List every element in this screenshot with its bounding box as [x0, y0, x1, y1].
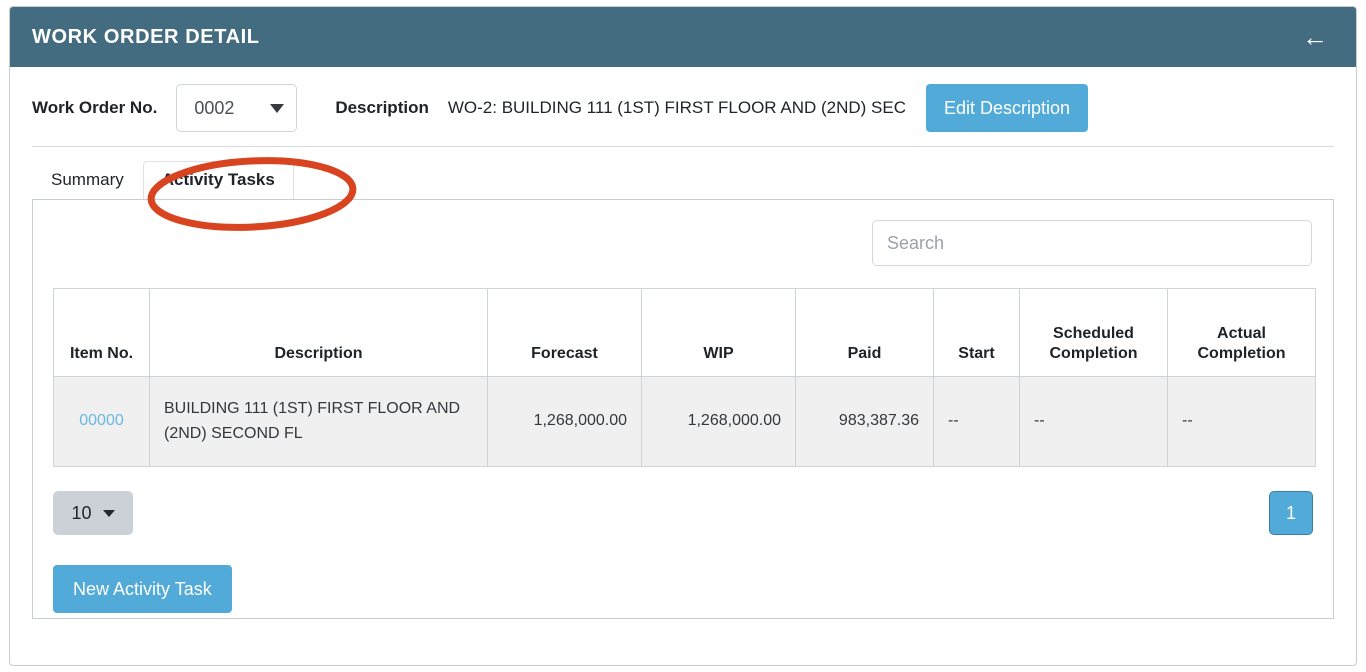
table-body: 00000 BUILDING 111 (1ST) FIRST FLOOR AND…: [54, 377, 1316, 467]
tab-activity-tasks[interactable]: Activity Tasks: [143, 161, 294, 199]
column-header-start[interactable]: Start: [934, 289, 1020, 377]
page-header: WORK ORDER DETAIL ←: [10, 7, 1356, 67]
page-length-select[interactable]: 10: [53, 491, 133, 535]
cell-paid: 983,387.36: [796, 377, 934, 467]
column-header-scheduled-completion[interactable]: Scheduled Completion: [1020, 289, 1168, 377]
table-head: Item No. Description Forecast WIP Paid S…: [54, 289, 1316, 377]
edit-description-button[interactable]: Edit Description: [926, 84, 1088, 132]
work-order-no-label: Work Order No.: [32, 98, 157, 118]
cell-scheduled-completion: --: [1020, 377, 1168, 467]
column-header-forecast[interactable]: Forecast: [488, 289, 642, 377]
activity-tasks-table: Item No. Description Forecast WIP Paid S…: [53, 288, 1316, 467]
search-row: [53, 220, 1313, 266]
arrow-left-icon[interactable]: ←: [1296, 22, 1334, 52]
column-header-item-no[interactable]: Item No.: [54, 289, 150, 377]
column-header-description[interactable]: Description: [150, 289, 488, 377]
cell-start: --: [934, 377, 1020, 467]
work-order-card: WORK ORDER DETAIL ← Work Order No. 0002 …: [9, 6, 1357, 666]
table-footer: 10 1: [53, 491, 1313, 535]
page-length-value: 10: [71, 503, 91, 524]
pagination-page-1[interactable]: 1: [1269, 491, 1313, 535]
activity-tasks-panel: Item No. Description Forecast WIP Paid S…: [32, 199, 1334, 619]
cell-actual-completion: --: [1168, 377, 1316, 467]
column-header-wip[interactable]: WIP: [642, 289, 796, 377]
chevron-down-icon: [103, 510, 115, 517]
description-value: WO-2: BUILDING 111 (1ST) FIRST FLOOR AND…: [448, 98, 906, 118]
new-activity-task-button[interactable]: New Activity Task: [53, 565, 232, 613]
cell-wip: 1,268,000.00: [642, 377, 796, 467]
work-order-toolbar: Work Order No. 0002 Description WO-2: BU…: [10, 67, 1356, 146]
app-root: WORK ORDER DETAIL ← Work Order No. 0002 …: [0, 0, 1366, 672]
page-title: WORK ORDER DETAIL: [32, 26, 260, 49]
column-header-actual-completion[interactable]: Actual Completion: [1168, 289, 1316, 377]
tab-summary[interactable]: Summary: [32, 161, 143, 199]
table-header-row: Item No. Description Forecast WIP Paid S…: [54, 289, 1316, 377]
cell-description: BUILDING 111 (1ST) FIRST FLOOR AND (2ND)…: [150, 377, 488, 467]
cell-forecast: 1,268,000.00: [488, 377, 642, 467]
item-no-link[interactable]: 00000: [79, 412, 124, 429]
cell-item-no: 00000: [54, 377, 150, 467]
table-row[interactable]: 00000 BUILDING 111 (1ST) FIRST FLOOR AND…: [54, 377, 1316, 467]
tab-bar: Summary Activity Tasks: [10, 147, 1356, 199]
chevron-down-icon: [270, 104, 284, 113]
work-order-no-select[interactable]: 0002: [176, 84, 297, 132]
description-label: Description: [335, 98, 429, 118]
column-header-paid[interactable]: Paid: [796, 289, 934, 377]
search-input[interactable]: [872, 220, 1312, 266]
work-order-no-value: 0002: [194, 98, 234, 119]
